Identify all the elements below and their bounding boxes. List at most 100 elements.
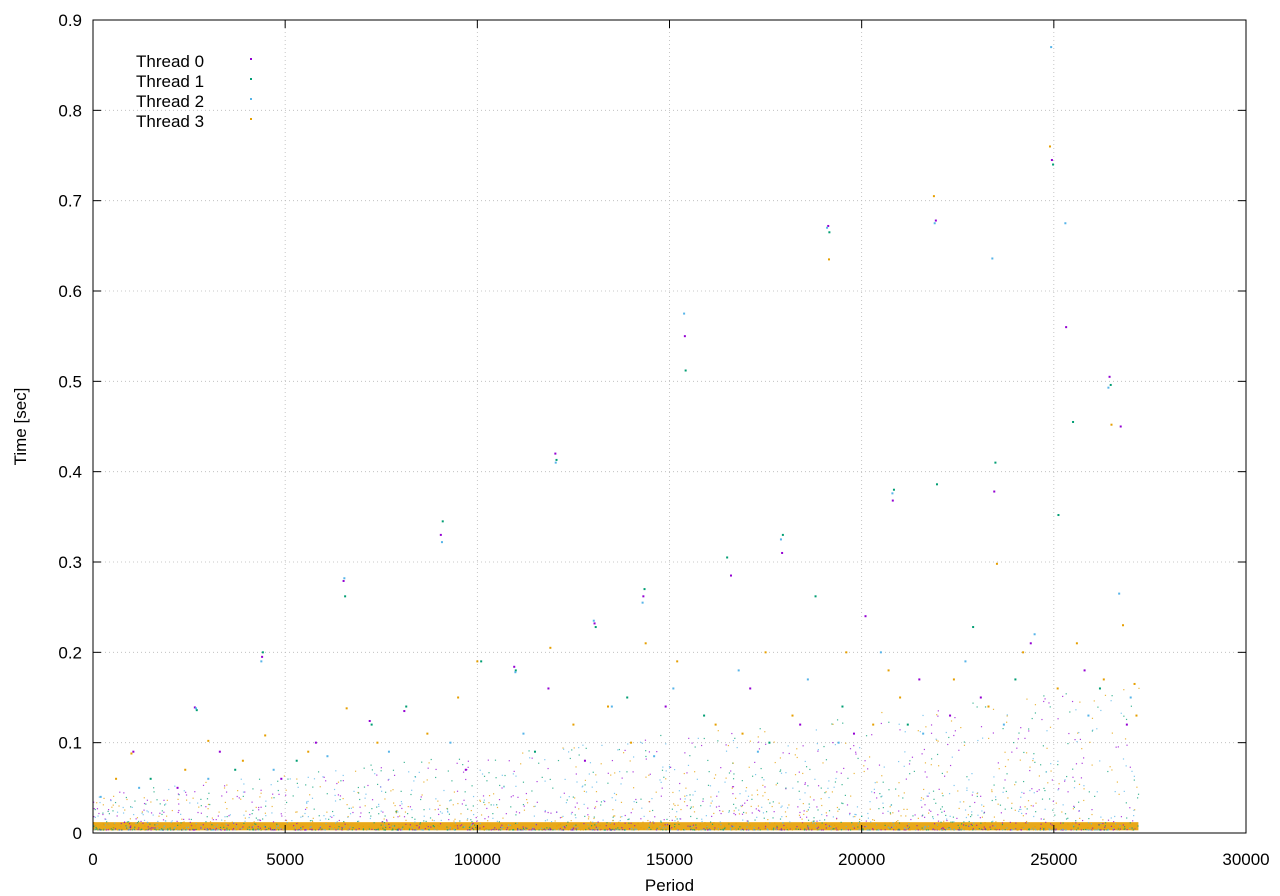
noise-point bbox=[618, 748, 620, 751]
noise-point bbox=[1087, 827, 1089, 829]
point-thread-2 bbox=[891, 492, 894, 495]
noise-point bbox=[1029, 766, 1031, 768]
noise-point bbox=[492, 817, 494, 819]
noise-point bbox=[841, 802, 843, 804]
noise-point bbox=[717, 828, 720, 830]
noise-point bbox=[963, 744, 966, 746]
noise-point bbox=[239, 828, 241, 830]
noise-point bbox=[1074, 825, 1076, 827]
noise-point bbox=[594, 824, 596, 826]
noise-point bbox=[151, 827, 153, 829]
noise-point bbox=[558, 829, 561, 831]
noise-point bbox=[227, 824, 229, 826]
noise-point bbox=[211, 817, 213, 819]
noise-point bbox=[518, 829, 520, 831]
noise-point bbox=[640, 827, 642, 829]
noise-point bbox=[894, 829, 896, 831]
noise-point bbox=[171, 809, 173, 812]
noise-point bbox=[733, 803, 735, 805]
noise-point bbox=[724, 781, 726, 783]
noise-point bbox=[1091, 717, 1094, 719]
noise-point bbox=[761, 776, 763, 779]
noise-point bbox=[645, 758, 647, 760]
noise-point bbox=[299, 829, 302, 831]
noise-point bbox=[572, 796, 574, 798]
noise-point bbox=[202, 784, 205, 786]
noise-point bbox=[958, 827, 961, 829]
noise-point bbox=[126, 821, 128, 823]
noise-point bbox=[318, 815, 320, 817]
noise-point bbox=[624, 829, 626, 831]
noise-point bbox=[633, 787, 635, 789]
noise-point bbox=[255, 806, 257, 809]
noise-point bbox=[568, 796, 570, 798]
noise-point bbox=[212, 819, 214, 821]
noise-point bbox=[895, 788, 897, 790]
noise-point bbox=[105, 829, 108, 831]
noise-point bbox=[118, 805, 120, 807]
noise-point bbox=[532, 827, 534, 829]
noise-point bbox=[943, 826, 945, 828]
y-tick-label: 0.1 bbox=[58, 734, 82, 753]
noise-point bbox=[575, 824, 577, 826]
noise-point bbox=[733, 812, 735, 815]
noise-point bbox=[192, 797, 194, 799]
noise-point bbox=[817, 750, 819, 752]
noise-point bbox=[494, 827, 496, 829]
point-thread-3 bbox=[932, 195, 935, 198]
noise-point bbox=[1131, 827, 1133, 829]
noise-point bbox=[236, 795, 238, 798]
noise-point bbox=[276, 825, 278, 827]
noise-point bbox=[335, 829, 337, 831]
noise-point bbox=[804, 792, 806, 794]
point-thread-1 bbox=[994, 461, 997, 464]
noise-point bbox=[1007, 797, 1009, 799]
noise-point bbox=[143, 797, 145, 799]
noise-point bbox=[786, 829, 788, 831]
noise-point bbox=[732, 793, 734, 795]
point-thread-1 bbox=[703, 714, 706, 717]
noise-point bbox=[371, 828, 373, 831]
noise-point bbox=[223, 787, 226, 789]
noise-point bbox=[335, 770, 337, 772]
noise-point bbox=[462, 771, 465, 773]
noise-point bbox=[163, 799, 165, 801]
noise-point bbox=[889, 828, 891, 830]
noise-point bbox=[280, 813, 282, 815]
noise-point bbox=[385, 791, 387, 793]
noise-point bbox=[1057, 764, 1059, 766]
noise-point bbox=[936, 828, 938, 831]
noise-point bbox=[836, 719, 839, 721]
noise-point bbox=[414, 818, 416, 820]
noise-point bbox=[648, 751, 651, 753]
noise-point bbox=[720, 828, 722, 831]
noise-point bbox=[1072, 822, 1074, 824]
noise-point bbox=[1078, 801, 1080, 803]
noise-point bbox=[924, 762, 927, 764]
noise-point bbox=[690, 828, 692, 830]
noise-point bbox=[1034, 761, 1036, 763]
noise-point bbox=[1131, 770, 1133, 772]
noise-point bbox=[677, 823, 680, 825]
noise-point bbox=[401, 807, 403, 810]
noise-point bbox=[648, 774, 650, 776]
noise-point bbox=[671, 808, 674, 810]
noise-point bbox=[936, 714, 938, 716]
noise-point bbox=[765, 811, 768, 813]
point-thread-3 bbox=[1135, 714, 1138, 717]
noise-point bbox=[853, 827, 856, 829]
noise-point bbox=[1016, 747, 1018, 749]
noise-point bbox=[1111, 732, 1113, 734]
noise-point bbox=[834, 781, 837, 783]
noise-point bbox=[501, 828, 503, 831]
point-thread-3 bbox=[549, 646, 552, 649]
noise-point bbox=[337, 781, 340, 783]
noise-point bbox=[100, 829, 102, 831]
noise-point bbox=[924, 771, 926, 773]
noise-point bbox=[930, 732, 933, 734]
noise-point bbox=[691, 825, 693, 828]
noise-point bbox=[942, 827, 944, 829]
noise-point bbox=[546, 829, 548, 831]
noise-point bbox=[183, 827, 185, 829]
noise-point bbox=[1049, 706, 1051, 708]
